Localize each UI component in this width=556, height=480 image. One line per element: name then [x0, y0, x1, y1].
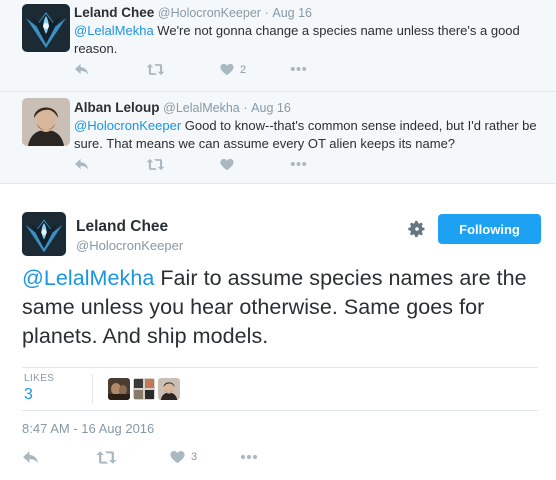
author-handle[interactable]: @LelalMekha [163, 101, 240, 115]
like-count: 3 [191, 451, 198, 463]
heart-icon [220, 63, 234, 76]
like-button[interactable]: 2 [220, 63, 246, 76]
like-button[interactable] [220, 158, 234, 171]
tweet-stats: LIKES 3 [22, 367, 538, 411]
stats-divider [92, 374, 93, 404]
tweet-actions: 3 [22, 450, 322, 466]
mention-link[interactable]: @LelalMekha [22, 266, 154, 290]
tweet-text: @LelalMekha We're not gonna change a spe… [74, 22, 544, 58]
author-handle[interactable]: @HolocronKeeper [158, 6, 261, 20]
more-icon[interactable] [290, 66, 307, 72]
tweet-text: @LelalMekha Fair to assume species names… [22, 264, 547, 351]
likers-list [108, 378, 180, 400]
heart-icon [170, 450, 185, 464]
reply-icon[interactable] [22, 450, 39, 465]
liker-avatar[interactable] [133, 378, 155, 400]
author-name[interactable]: Leland Chee [76, 218, 168, 236]
likes-label: LIKES [24, 373, 55, 384]
avatar[interactable] [22, 98, 70, 146]
liker-avatar[interactable] [108, 378, 130, 400]
like-button[interactable]: 3 [170, 450, 197, 464]
separator: · [264, 6, 269, 20]
tweet-date[interactable]: Aug 16 [251, 101, 291, 115]
avatar[interactable] [22, 4, 70, 52]
conversation-thread: Leland Chee @HolocronKeeper · Aug 16 @Le… [0, 0, 556, 184]
author-name[interactable]: Leland Chee [74, 5, 154, 20]
heart-icon [220, 158, 234, 171]
separator: · [243, 101, 248, 115]
reply-header: Alban Leloup @LelalMekha · Aug 16 [74, 100, 291, 115]
reply-icon[interactable] [74, 158, 89, 171]
avatar[interactable] [22, 212, 66, 256]
like-count: 2 [240, 63, 247, 76]
mention-link[interactable]: @LelalMekha [74, 23, 154, 38]
more-icon[interactable] [240, 454, 258, 460]
tweet-text: @HolocronKeeper Good to know--that's com… [74, 117, 544, 153]
reply-header: Leland Chee @HolocronKeeper · Aug 16 [74, 5, 312, 20]
mention-link[interactable]: @HolocronKeeper [74, 118, 181, 133]
liker-avatar[interactable] [158, 378, 180, 400]
more-icon[interactable] [290, 161, 307, 167]
tweet-date[interactable]: Aug 16 [272, 6, 312, 20]
gear-icon[interactable] [408, 220, 426, 238]
reply-tweet[interactable]: Leland Chee @HolocronKeeper · Aug 16 @Le… [0, 0, 556, 92]
tweet-timestamp[interactable]: 8:47 AM - 16 Aug 2016 [22, 421, 154, 436]
following-button[interactable]: Following [438, 214, 541, 244]
author-handle[interactable]: @HolocronKeeper [76, 238, 183, 253]
main-tweet: Leland Chee @HolocronKeeper Following @L… [0, 184, 556, 480]
reply-icon[interactable] [74, 63, 89, 76]
author-name[interactable]: Alban Leloup [74, 100, 160, 115]
likes-count[interactable]: 3 [24, 386, 33, 404]
retweet-icon[interactable] [146, 158, 165, 171]
retweet-icon[interactable] [96, 450, 117, 465]
retweet-icon[interactable] [146, 63, 165, 76]
